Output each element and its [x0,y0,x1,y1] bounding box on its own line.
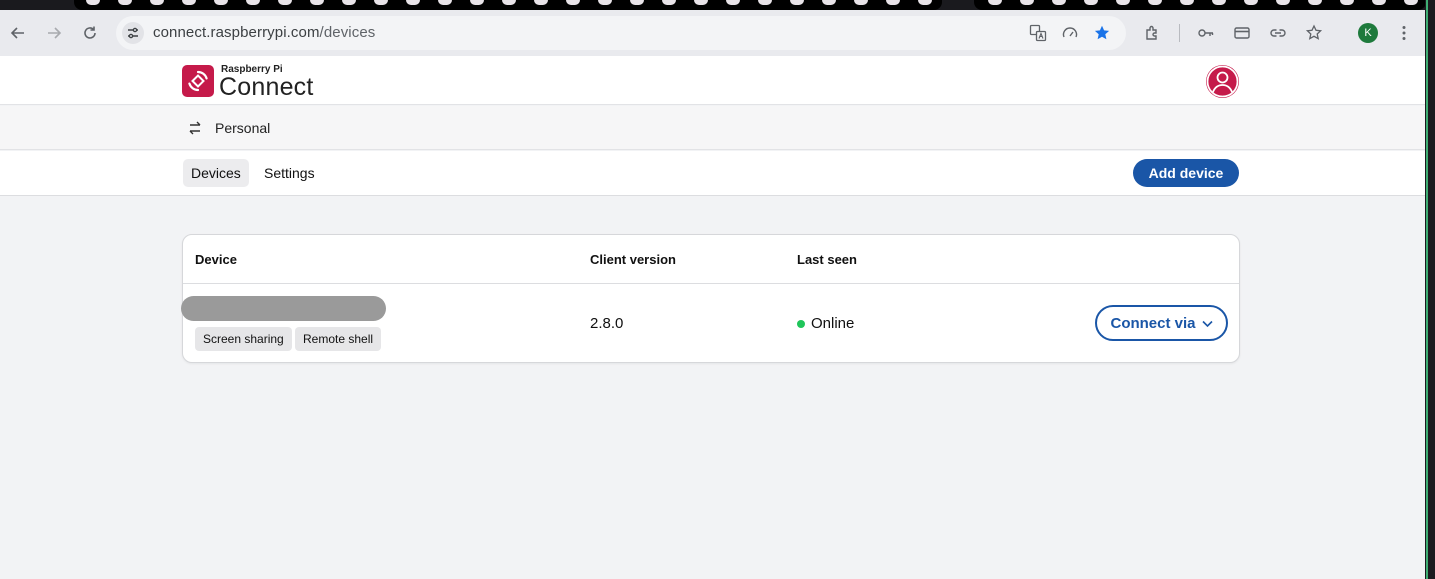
tab-devices[interactable]: Devices [183,159,249,187]
main-nav: Devices Settings Add device [0,151,1425,196]
profile-avatar[interactable]: K [1358,23,1378,43]
app-header: Raspberry Pi Connect [0,56,1425,105]
column-header-device: Device [195,252,237,267]
toolbar-separator [1179,24,1180,42]
add-device-button[interactable]: Add device [1133,159,1239,187]
online-status-dot-icon [797,320,805,328]
site-settings-icon[interactable] [122,22,144,44]
connect-via-button[interactable]: Connect via [1095,305,1228,341]
column-header-last-seen: Last seen [797,252,857,267]
capability-badge-remote-shell: Remote shell [295,327,382,351]
url-text: connect.raspberrypi.com/devices [153,24,375,41]
column-header-client-version: Client version [590,252,676,267]
address-bar[interactable]: connect.raspberrypi.com/devices [116,16,1126,50]
window-edge-line [1426,0,1428,579]
tab-settings[interactable]: Settings [256,159,323,187]
password-key-icon[interactable] [1195,22,1217,44]
browser-tab[interactable] [974,0,1426,10]
browser-menu-icon[interactable] [1393,22,1415,44]
workspace-bar: Personal [0,106,1425,150]
performance-icon[interactable] [1059,22,1081,44]
last-seen-status: Online [811,315,855,332]
chevron-down-icon [1201,315,1213,332]
switch-workspace-icon[interactable] [187,120,203,136]
reload-icon[interactable] [79,22,101,44]
brand-title: Connect [219,73,314,101]
forward-arrow-icon[interactable] [43,22,65,44]
device-name-redacted[interactable] [181,296,386,321]
url-host: connect.raspberrypi.com [153,24,320,41]
link-icon[interactable] [1267,22,1289,44]
extensions-icon[interactable] [1142,22,1164,44]
browser-tab-strip [0,0,1435,10]
devices-table: Device Client version Last seen Screen s… [181,234,1240,363]
client-version-value: 2.8.0 [590,315,624,332]
reading-list-icon[interactable] [1303,22,1325,44]
back-arrow-icon[interactable] [7,22,29,44]
page: Raspberry Pi Connect Personal Devices Se… [0,56,1425,579]
raspberry-pi-connect-logo-icon[interactable] [182,65,214,97]
browser-toolbar: connect.raspberrypi.com/devices K [0,10,1425,56]
capability-badge-screen-sharing: Screen sharing [195,327,292,351]
user-account-icon[interactable] [1206,65,1239,98]
connect-via-label: Connect via [1110,314,1196,332]
bookmark-star-icon[interactable] [1091,22,1113,44]
workspace-name[interactable]: Personal [215,120,270,136]
url-path: /devices [319,24,376,41]
payment-card-icon[interactable] [1231,22,1253,44]
table-header: Device Client version Last seen [183,235,1239,284]
translate-icon[interactable] [1027,22,1049,44]
